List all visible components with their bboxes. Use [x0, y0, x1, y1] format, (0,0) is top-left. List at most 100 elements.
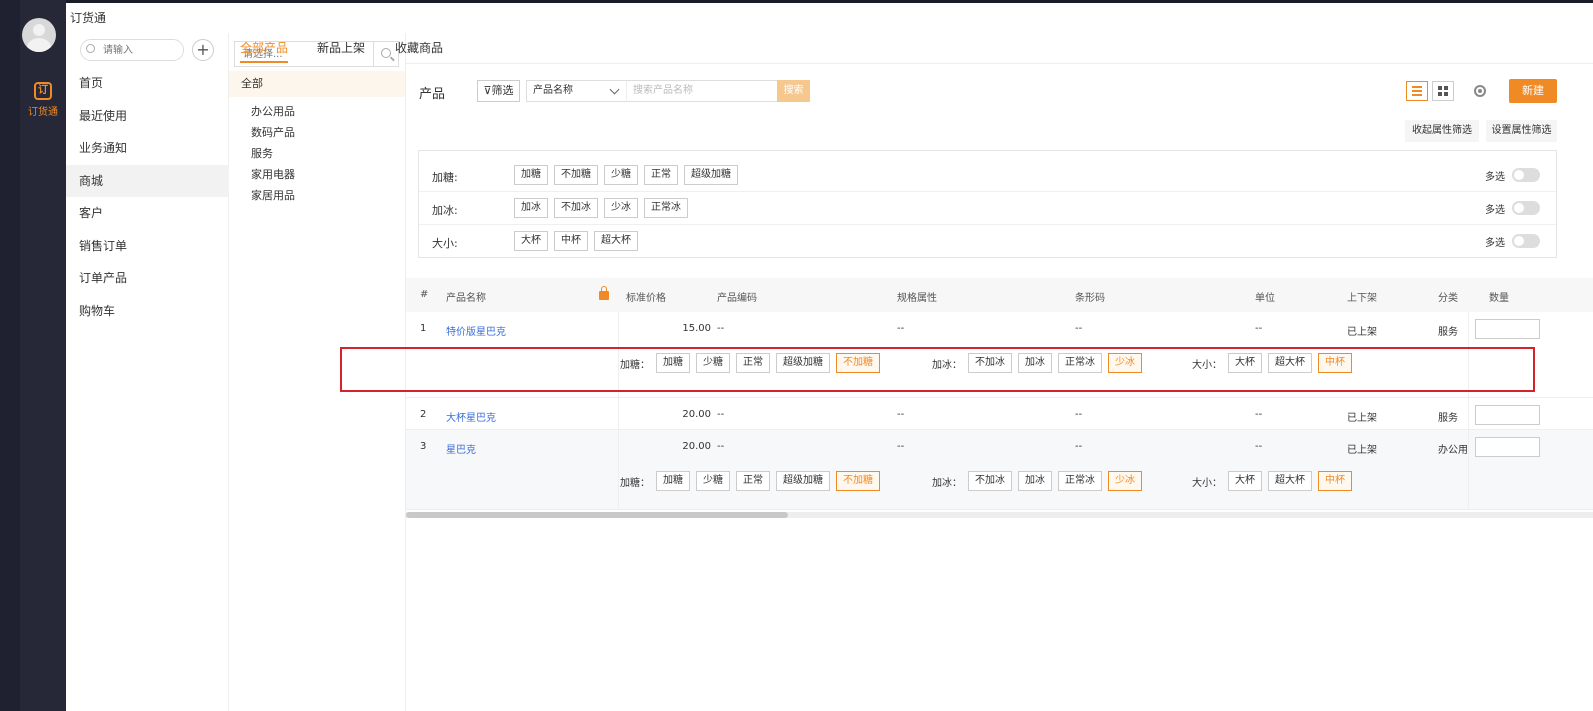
attribute-option[interactable]: 少糖: [604, 165, 638, 185]
attribute-option[interactable]: 加糖: [514, 165, 548, 185]
attribute-option[interactable]: 不加冰: [554, 198, 598, 218]
attribute-option[interactable]: 正常: [644, 165, 678, 185]
spec-option[interactable]: 大杯: [1228, 471, 1262, 491]
spec-option[interactable]: 少糖: [696, 471, 730, 491]
attribute-option[interactable]: 超级加糖: [684, 165, 738, 185]
rail-app-item[interactable]: 订 订货通: [20, 78, 66, 122]
multi-select-toggle[interactable]: [1512, 168, 1540, 182]
app-logo-icon: 订: [34, 82, 52, 100]
category-item[interactable]: 家用电器: [251, 164, 295, 185]
quantity-input[interactable]: [1475, 437, 1540, 457]
product-section-title: 产品: [419, 87, 446, 102]
settings-icon[interactable]: [1474, 85, 1486, 97]
menu-item[interactable]: 购物车: [66, 295, 229, 328]
barcode-cell: --: [1075, 409, 1083, 420]
avatar[interactable]: [22, 18, 56, 52]
category-all[interactable]: 全部: [229, 71, 405, 97]
attribute-option[interactable]: 正常冰: [644, 198, 688, 218]
multi-select-toggle[interactable]: [1512, 201, 1540, 215]
category-item[interactable]: 办公用品: [251, 101, 295, 122]
column-header[interactable]: 规格属性: [897, 289, 937, 304]
menu-item[interactable]: 业务通知: [66, 132, 229, 165]
column-header[interactable]: 条形码: [1075, 289, 1105, 304]
add-button[interactable]: +: [192, 39, 214, 61]
tab-item[interactable]: 新品上架: [317, 39, 365, 56]
row-number: 1: [420, 323, 427, 334]
column-divider: [618, 430, 619, 510]
menu-item[interactable]: 订单产品: [66, 262, 229, 295]
product-name-link[interactable]: 星巴克: [446, 441, 476, 456]
multi-select-toggle[interactable]: [1512, 234, 1540, 248]
attribute-option[interactable]: 少冰: [604, 198, 638, 218]
menu-search-input[interactable]: [80, 39, 184, 61]
spec-option[interactable]: 加糖: [656, 471, 690, 491]
spec-cell: --: [897, 323, 905, 334]
column-header[interactable]: #: [420, 289, 428, 300]
spec-option[interactable]: 加冰: [1018, 471, 1052, 491]
search-button[interactable]: 搜索: [777, 80, 810, 102]
new-button[interactable]: 新建: [1509, 79, 1557, 103]
column-header[interactable]: 分类: [1438, 289, 1458, 304]
spec-option[interactable]: 不加冰: [968, 471, 1012, 491]
scrollbar-thumb[interactable]: [406, 512, 788, 518]
lock-icon[interactable]: [599, 286, 609, 300]
tab-item[interactable]: 收藏商品: [395, 39, 443, 56]
attribute-option[interactable]: 中杯: [554, 231, 588, 251]
spec-option[interactable]: 超级加糖: [776, 471, 830, 491]
attribute-option[interactable]: 加冰: [514, 198, 548, 218]
spec-option[interactable]: 超大杯: [1268, 471, 1312, 491]
attribute-filter-row: 大小: 大杯 中杯 超大杯 多选: [419, 225, 1556, 258]
product-name-link[interactable]: 大杯星巴克: [446, 409, 496, 424]
category-item[interactable]: 家居用品: [251, 185, 295, 206]
table-row[interactable]: 2 大杯星巴克 20.00 -- -- -- -- 已上架 服务: [406, 398, 1593, 430]
grid-view-icon[interactable]: [1432, 81, 1454, 101]
menu-item[interactable]: 最近使用: [66, 100, 229, 133]
product-search-input[interactable]: 搜索产品名称: [626, 80, 778, 102]
horizontal-scrollbar[interactable]: [406, 512, 1593, 518]
column-header[interactable]: 产品名称: [446, 289, 486, 304]
column-header[interactable]: 标准价格: [626, 289, 666, 304]
code-cell: --: [717, 323, 725, 334]
attribute-option[interactable]: 不加糖: [554, 165, 598, 185]
attribute-option[interactable]: 超大杯: [594, 231, 638, 251]
attribute-options: 加冰 不加冰 少冰 正常冰: [514, 198, 688, 218]
spec-option[interactable]: 少冰: [1108, 471, 1142, 491]
column-header[interactable]: 产品编码: [717, 289, 757, 304]
category-item[interactable]: 数码产品: [251, 122, 295, 143]
code-cell: --: [717, 441, 725, 452]
filter-button[interactable]: ⊽筛选: [477, 80, 520, 102]
table-row[interactable]: 3 星巴克 20.00 -- -- -- -- 已上架 办公用 加糖： 加糖 少糖 正常 超级加糖 不加糖加…: [406, 430, 1593, 510]
attribute-filter-row: 加冰: 加冰 不加冰 少冰 正常冰 多选: [419, 192, 1556, 225]
app-window: 订货通 + 首页最近使用业务通知商城客户销售订单订单产品购物车 全部 办公用品数…: [66, 3, 1593, 711]
list-view-icon[interactable]: [1406, 81, 1428, 101]
tab-item[interactable]: 全部产品: [240, 39, 289, 63]
menu-item[interactable]: 销售订单: [66, 230, 229, 263]
set-filter-button[interactable]: 设置属性筛选: [1486, 120, 1557, 142]
quantity-input[interactable]: [1475, 405, 1540, 425]
category-cell: 服务: [1438, 413, 1458, 424]
collapse-filter-button[interactable]: 收起属性筛选: [1405, 120, 1479, 142]
spec-group: 加糖： 加糖 少糖 正常 超级加糖 不加糖: [620, 471, 880, 491]
rail-app-label: 订货通: [28, 107, 58, 118]
table-header: # 产品名称 标准价格 产品编码 规格属性 条形码 单位 上下架 分类 数量: [406, 278, 1593, 312]
spec-option[interactable]: 中杯: [1318, 471, 1352, 491]
column-header[interactable]: 上下架: [1347, 289, 1377, 304]
attribute-option[interactable]: 大杯: [514, 231, 548, 251]
spec-group: 大小： 大杯 超大杯 中杯: [1192, 471, 1352, 491]
menu-item[interactable]: 首页: [66, 67, 229, 100]
column-header[interactable]: 单位: [1255, 289, 1275, 304]
search-field-select[interactable]: 产品名称: [526, 80, 626, 102]
spec-option[interactable]: 正常冰: [1058, 471, 1102, 491]
menu-item[interactable]: 商城: [66, 164, 229, 197]
category-item[interactable]: 服务: [251, 143, 295, 164]
column-header[interactable]: 数量: [1489, 289, 1509, 304]
row-number: 2: [420, 409, 427, 420]
unit-cell: --: [1255, 323, 1263, 334]
menu-item[interactable]: 客户: [66, 197, 229, 230]
attribute-filter-row: 加糖: 加糖 不加糖 少糖 正常 超级加糖 多选: [419, 159, 1556, 192]
spec-option[interactable]: 正常: [736, 471, 770, 491]
quantity-input[interactable]: [1475, 319, 1540, 339]
search-icon: [86, 44, 95, 53]
product-name-link[interactable]: 特价版星巴克: [446, 323, 506, 338]
spec-option[interactable]: 不加糖: [836, 471, 880, 491]
